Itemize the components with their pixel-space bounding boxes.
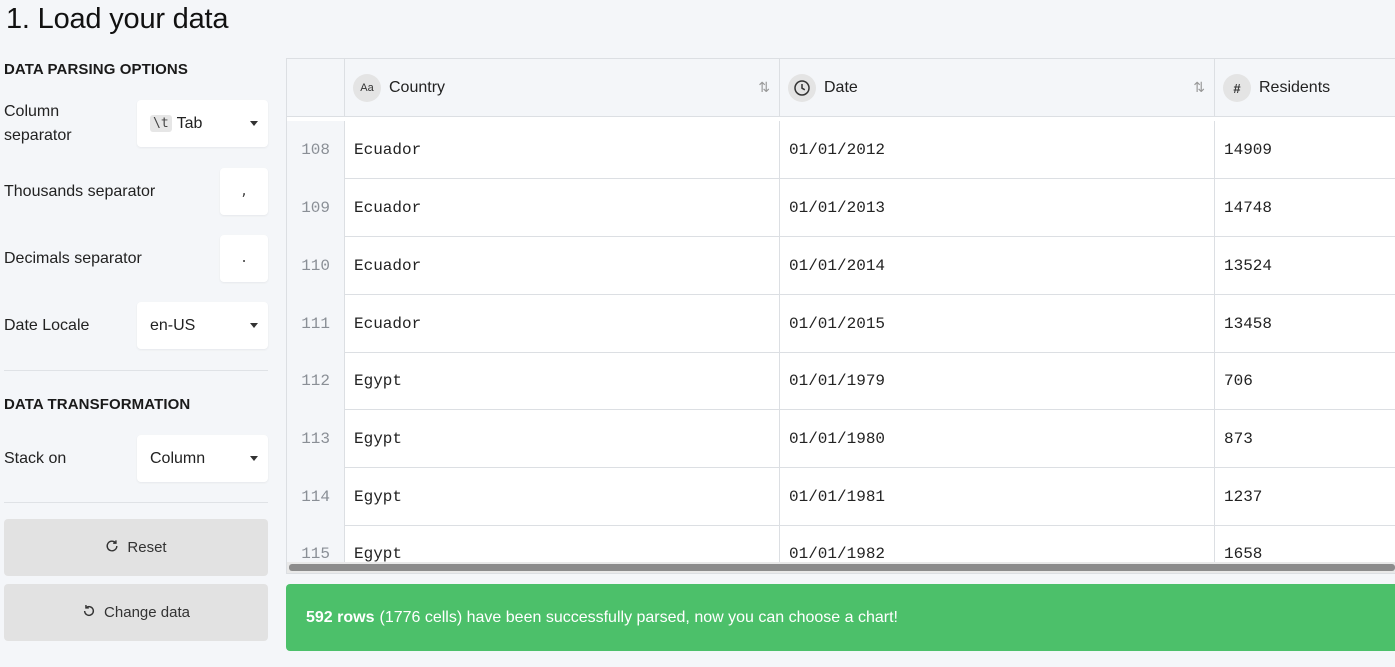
data-table: Aa Country ⇅ Date ⇅ # Residents 108 Ecua…: [286, 58, 1395, 574]
stack-on-value: Column: [150, 449, 206, 467]
divider: [4, 502, 268, 503]
success-message: (1776 cells) have been successfully pars…: [379, 608, 898, 626]
decimals-separator-label: Decimals separator: [4, 249, 142, 267]
change-data-label: Change data: [104, 604, 190, 621]
residents-cell: 14909: [1224, 141, 1273, 159]
table-row: 109 Ecuador 01/01/2013 14748: [287, 179, 1395, 237]
table-row: 108 Ecuador 01/01/2012 14909: [287, 121, 1395, 179]
residents-cell: 13458: [1224, 315, 1273, 333]
table-row: 113 Egypt 01/01/1980 873: [287, 410, 1395, 468]
clock-icon: [788, 74, 816, 102]
header-label: Residents: [1259, 79, 1331, 96]
reset-button[interactable]: Reset: [4, 519, 268, 576]
country-cell: Ecuador: [345, 121, 780, 179]
stack-on-select[interactable]: Column: [137, 435, 268, 482]
undo-icon: [82, 604, 96, 622]
residents-cell: 14748: [1224, 199, 1273, 217]
change-data-button[interactable]: Change data: [4, 584, 268, 641]
text-type-icon: Aa: [353, 74, 381, 102]
parse-success-banner: 592 rows (1776 cells) have been successf…: [286, 584, 1395, 651]
table-row: 111 Ecuador 01/01/2015 13458: [287, 295, 1395, 353]
table-row: 114 Egypt 01/01/1981 1237: [287, 468, 1395, 526]
rows-count: 592 rows: [306, 608, 375, 626]
country-cell: Egypt: [345, 468, 780, 526]
reset-label: Reset: [127, 539, 167, 556]
header-label: Date: [824, 79, 858, 96]
decimals-separator-input[interactable]: .: [220, 235, 268, 282]
date-locale-label: Date Locale: [4, 316, 90, 334]
stack-on-row: Stack on Column: [4, 435, 268, 482]
residents-cell: 706: [1224, 372, 1253, 390]
residents-cell: 13524: [1224, 257, 1273, 275]
sort-icon[interactable]: ⇅: [758, 79, 770, 96]
header-date[interactable]: Date ⇅: [780, 59, 1215, 117]
transformation-title: DATA TRANSFORMATION: [4, 396, 191, 413]
refresh-icon: [105, 539, 119, 557]
date-locale-value: en-US: [150, 316, 196, 334]
tab-code-chip: \t: [150, 115, 172, 132]
header-label: Country: [389, 79, 446, 96]
row-index: 111: [287, 295, 345, 353]
number-type-icon: #: [1223, 74, 1251, 102]
date-cell: 01/01/1979: [780, 352, 1215, 410]
column-separator-value: Tab: [176, 114, 203, 132]
decimals-separator-row: Decimals separator .: [4, 235, 268, 282]
thousands-separator-label: Thousands separator: [4, 182, 156, 200]
residents-cell: 873: [1224, 430, 1253, 448]
country-cell: Ecuador: [345, 237, 780, 295]
chevron-down-icon: [250, 121, 258, 126]
header-country[interactable]: Aa Country ⇅: [345, 59, 780, 117]
row-index: 108: [287, 121, 345, 179]
country-cell: Ecuador: [345, 179, 780, 237]
country-cell: Egypt: [345, 352, 780, 410]
row-index: 110: [287, 237, 345, 295]
date-cell: 01/01/2013: [780, 179, 1215, 237]
row-index: 113: [287, 410, 345, 468]
divider: [4, 370, 268, 371]
row-index: 112: [287, 352, 345, 410]
stack-on-label: Stack on: [4, 449, 67, 467]
row-index: 114: [287, 468, 345, 526]
header-residents[interactable]: # Residents: [1215, 59, 1395, 117]
column-separator-label: Column separator: [4, 102, 72, 144]
chevron-down-icon: [250, 456, 258, 461]
table-header: Aa Country ⇅ Date ⇅ # Residents: [287, 59, 1395, 117]
table-row: 110 Ecuador 01/01/2014 13524: [287, 237, 1395, 295]
chevron-down-icon: [250, 323, 258, 328]
parsing-options-title: DATA PARSING OPTIONS: [4, 61, 188, 78]
date-cell: 01/01/2014: [780, 237, 1215, 295]
page-title: 1. Load your data: [6, 3, 229, 35]
country-cell: Egypt: [345, 410, 780, 468]
date-locale-select[interactable]: en-US: [137, 302, 268, 349]
residents-cell: 1237: [1224, 488, 1263, 506]
thousands-separator-input[interactable]: ,: [220, 168, 268, 215]
date-cell: 01/01/2012: [780, 121, 1215, 179]
header-index-cell: [287, 59, 345, 117]
date-cell: 01/01/1980: [780, 410, 1215, 468]
sort-icon[interactable]: ⇅: [1193, 79, 1205, 96]
horizontal-scrollbar[interactable]: [289, 564, 1395, 571]
thousands-separator-row: Thousands separator ,: [4, 168, 268, 215]
date-cell: 01/01/1981: [780, 468, 1215, 526]
column-separator-select[interactable]: \t Tab: [137, 100, 268, 147]
country-cell: Ecuador: [345, 295, 780, 353]
date-cell: 01/01/2015: [780, 295, 1215, 353]
table-row: 112 Egypt 01/01/1979 706: [287, 352, 1395, 410]
column-separator-row: Column separator \t Tab: [4, 100, 268, 147]
date-locale-row: Date Locale en-US: [4, 302, 268, 349]
row-index: 109: [287, 179, 345, 237]
